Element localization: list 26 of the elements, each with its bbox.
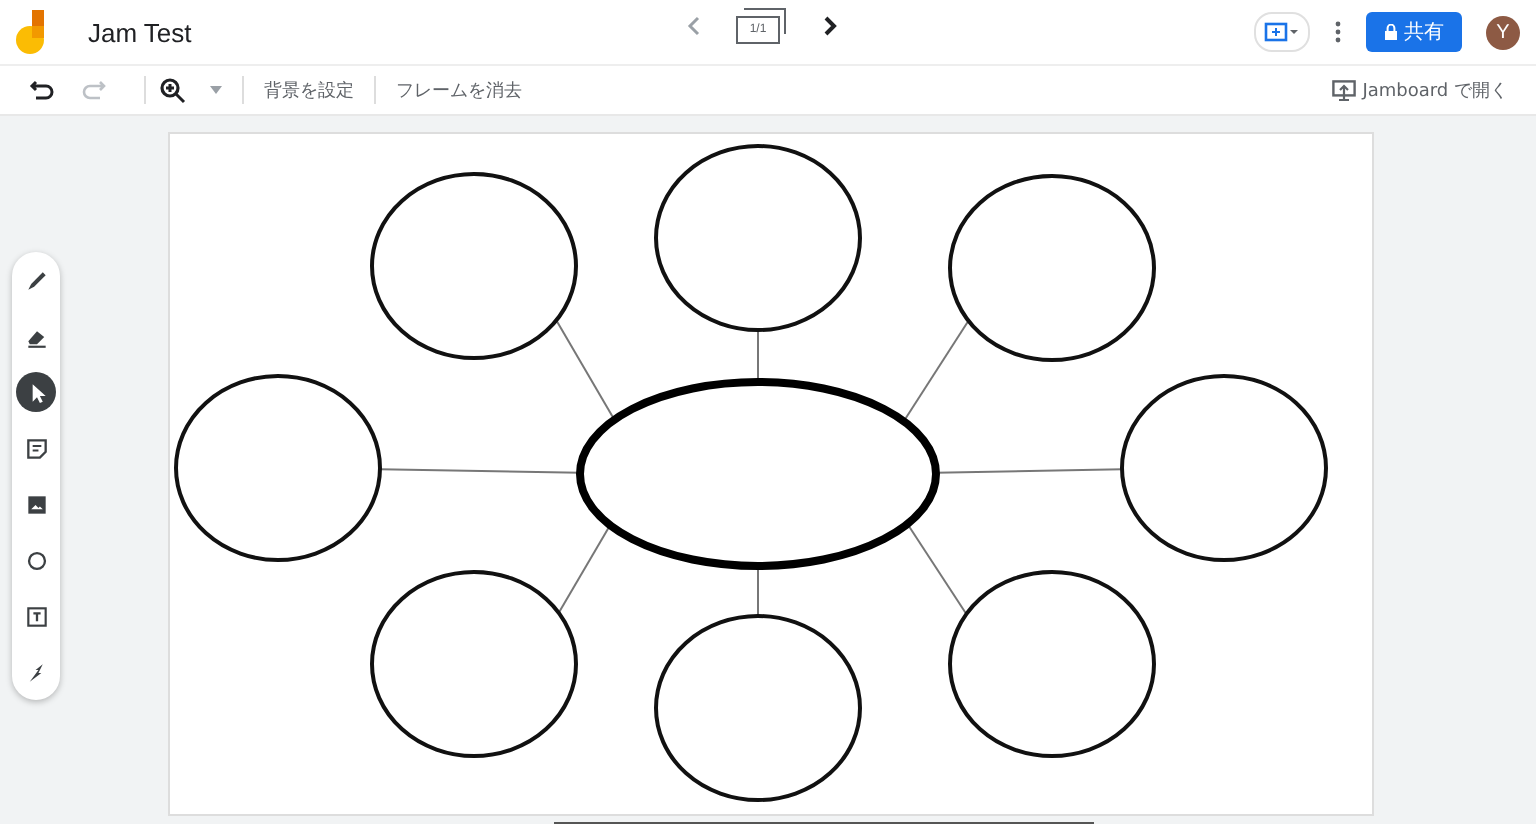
image-icon — [23, 491, 49, 517]
pen-icon — [23, 267, 49, 293]
connector-line — [906, 522, 968, 616]
lock-icon — [1384, 24, 1398, 40]
undo-icon[interactable] — [28, 76, 56, 104]
connector-line — [757, 329, 759, 383]
share-button[interactable]: 共有 — [1366, 12, 1462, 52]
document-title: Jam Test — [88, 17, 192, 47]
more-icon[interactable] — [1334, 20, 1342, 44]
connector-line — [555, 319, 616, 421]
circle-icon — [23, 547, 49, 573]
toolbar-button[interactable]: 背景を設定 — [256, 77, 362, 103]
toolbar-button[interactable]: フレームを消去 — [388, 77, 530, 103]
connector-line — [557, 524, 612, 614]
user-avatar[interactable]: Y — [1486, 15, 1520, 49]
text-box-icon — [23, 603, 49, 629]
dropdown-icon[interactable] — [210, 86, 222, 94]
zoom-icon[interactable] — [158, 76, 186, 104]
monitor-icon — [1332, 79, 1357, 101]
connector-line — [757, 565, 759, 617]
open-in-jamboard-button[interactable]: Jamboard で開く — [1320, 75, 1520, 105]
add-frame-button[interactable] — [1254, 12, 1310, 52]
select-tool[interactable] — [16, 372, 56, 412]
connector-line — [902, 319, 970, 423]
note-icon — [23, 435, 49, 461]
add-frame-icon — [1264, 22, 1300, 42]
